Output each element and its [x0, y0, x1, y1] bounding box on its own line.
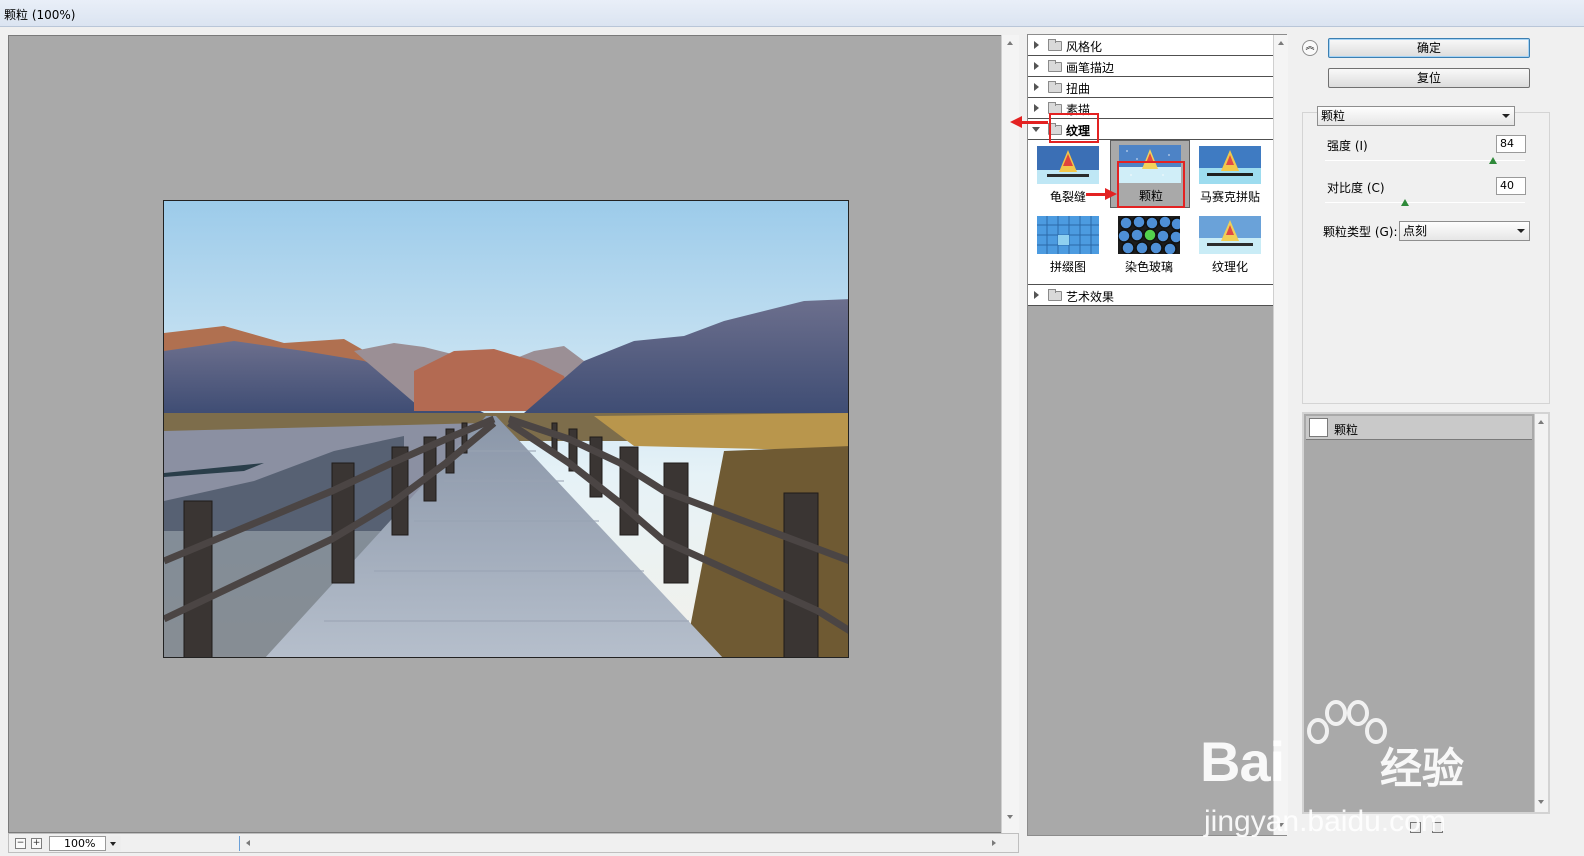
preview-image [163, 200, 849, 658]
folder-icon [1048, 60, 1062, 72]
filter-label: 染色玻璃 [1124, 260, 1173, 274]
filter-settings-panel: 颗粒 强度 (I) 84 对比度 (C) 40 颗粒类型 (G): 点刻 [1302, 106, 1550, 404]
filter-gallery-dialog: − + 100% 风格化 画笔描边 扭曲 素描 纹理 龟裂缝 颗粒 马赛克拼贴 … [0, 27, 1584, 856]
chevron-down-icon [1502, 114, 1510, 118]
filter-thumb-texturizer[interactable]: 纹理化 [1197, 214, 1263, 278]
category-label: 画笔描边 [1066, 61, 1115, 75]
scroll-up-icon[interactable] [1278, 41, 1284, 45]
scroll-up-icon[interactable] [1538, 420, 1544, 424]
scroll-down-icon[interactable] [1007, 815, 1013, 819]
preview-status-bar: − + 100% [8, 833, 1019, 853]
watermark-url: jingyan.baidu.com [1204, 805, 1446, 838]
effect-layer-row[interactable]: 颗粒 [1306, 416, 1532, 440]
annotation-box-texture [1049, 113, 1099, 143]
expand-triangle-icon[interactable] [1034, 62, 1039, 70]
thumbnail-image [1037, 216, 1099, 254]
category-artistic[interactable]: 艺术效果 [1028, 285, 1273, 306]
filter-label: 纹理化 [1211, 260, 1248, 274]
window-title: 颗粒 (100%) [4, 8, 76, 22]
zoom-out-button[interactable]: − [15, 838, 26, 849]
category-distort[interactable]: 扭曲 [1028, 77, 1273, 98]
category-brush-strokes[interactable]: 画笔描边 [1028, 56, 1273, 77]
visibility-toggle-icon[interactable] [1309, 418, 1328, 437]
intensity-label: 强度 (I) [1327, 139, 1368, 153]
contrast-slider-track[interactable] [1325, 202, 1525, 203]
chevron-down-icon [110, 842, 116, 846]
layers-scrollbar[interactable] [1534, 414, 1548, 812]
double-chevron-up-icon: ︽ [1305, 42, 1315, 52]
intensity-slider-thumb[interactable] [1489, 157, 1497, 164]
filter-select[interactable]: 颗粒 [1317, 106, 1515, 126]
zoom-in-button[interactable]: + [31, 838, 42, 849]
grain-type-value: 点刻 [1403, 224, 1428, 238]
thumbnail-image [1199, 216, 1261, 254]
grain-type-label: 颗粒类型 (G): [1323, 225, 1398, 239]
scroll-right-icon[interactable] [992, 840, 996, 846]
folder-icon [1048, 289, 1062, 301]
expand-triangle-icon[interactable] [1034, 291, 1039, 299]
filter-select-value: 颗粒 [1321, 109, 1346, 123]
thumbnail-image [1118, 216, 1180, 254]
filter-label: 龟裂缝 [1049, 190, 1086, 204]
annotation-arrow-head [1105, 188, 1117, 200]
title-bar: 颗粒 (100%) [0, 0, 1584, 27]
category-label: 艺术效果 [1066, 290, 1115, 304]
scroll-down-icon[interactable] [1538, 800, 1544, 804]
expand-triangle-icon[interactable] [1034, 83, 1039, 91]
baidu-jingyan-watermark: Bai 经验 jingyan.baidu.com [1200, 700, 1500, 838]
category-label: 风格化 [1066, 40, 1103, 54]
folder-icon [1048, 81, 1062, 93]
preview-vertical-scrollbar[interactable] [1001, 35, 1019, 833]
intensity-field[interactable]: 84 [1496, 135, 1526, 153]
zoom-dropdown-button[interactable] [105, 836, 121, 851]
scroll-left-icon[interactable] [246, 840, 250, 846]
contrast-slider-thumb[interactable] [1401, 199, 1409, 206]
annotation-arrow [1020, 121, 1048, 124]
contrast-field[interactable]: 40 [1496, 177, 1526, 195]
category-label: 扭曲 [1066, 82, 1091, 96]
category-stylize[interactable]: 风格化 [1028, 35, 1273, 56]
collapse-gallery-button[interactable]: ︽ [1302, 40, 1318, 56]
filter-label: 拼缀图 [1049, 260, 1086, 274]
preview-horizontal-scrollbar[interactable] [239, 836, 999, 851]
filter-thumb-patchwork[interactable]: 拼缀图 [1035, 214, 1101, 278]
scroll-up-icon[interactable] [1007, 41, 1013, 45]
expand-triangle-icon[interactable] [1034, 104, 1039, 112]
expand-triangle-icon[interactable] [1034, 41, 1039, 49]
filter-thumb-mosaic-tiles[interactable]: 马赛克拼贴 [1197, 144, 1263, 208]
filter-thumb-stained-glass[interactable]: 染色玻璃 [1116, 214, 1182, 278]
thumbnail-image [1037, 146, 1099, 184]
grain-type-select[interactable]: 点刻 [1399, 221, 1530, 241]
annotation-arrow [1086, 193, 1106, 196]
watermark-brand: Bai [1200, 730, 1285, 793]
filter-label: 马赛克拼贴 [1199, 190, 1260, 204]
contrast-label: 对比度 (C) [1327, 181, 1385, 195]
watermark-brand-cn: 经验 [1380, 744, 1465, 793]
folder-icon [1048, 39, 1062, 51]
preview-canvas[interactable] [8, 35, 1019, 833]
reset-button[interactable]: 复位 [1328, 68, 1530, 88]
chevron-down-icon [1517, 229, 1525, 233]
collapse-triangle-icon[interactable] [1032, 127, 1040, 132]
ok-button[interactable]: 确定 [1328, 38, 1530, 58]
annotation-box-grain [1117, 161, 1185, 208]
effect-layer-name: 颗粒 [1334, 423, 1359, 437]
filter-thumb-craquelure[interactable]: 龟裂缝 [1035, 144, 1101, 208]
thumbnail-image [1199, 146, 1261, 184]
